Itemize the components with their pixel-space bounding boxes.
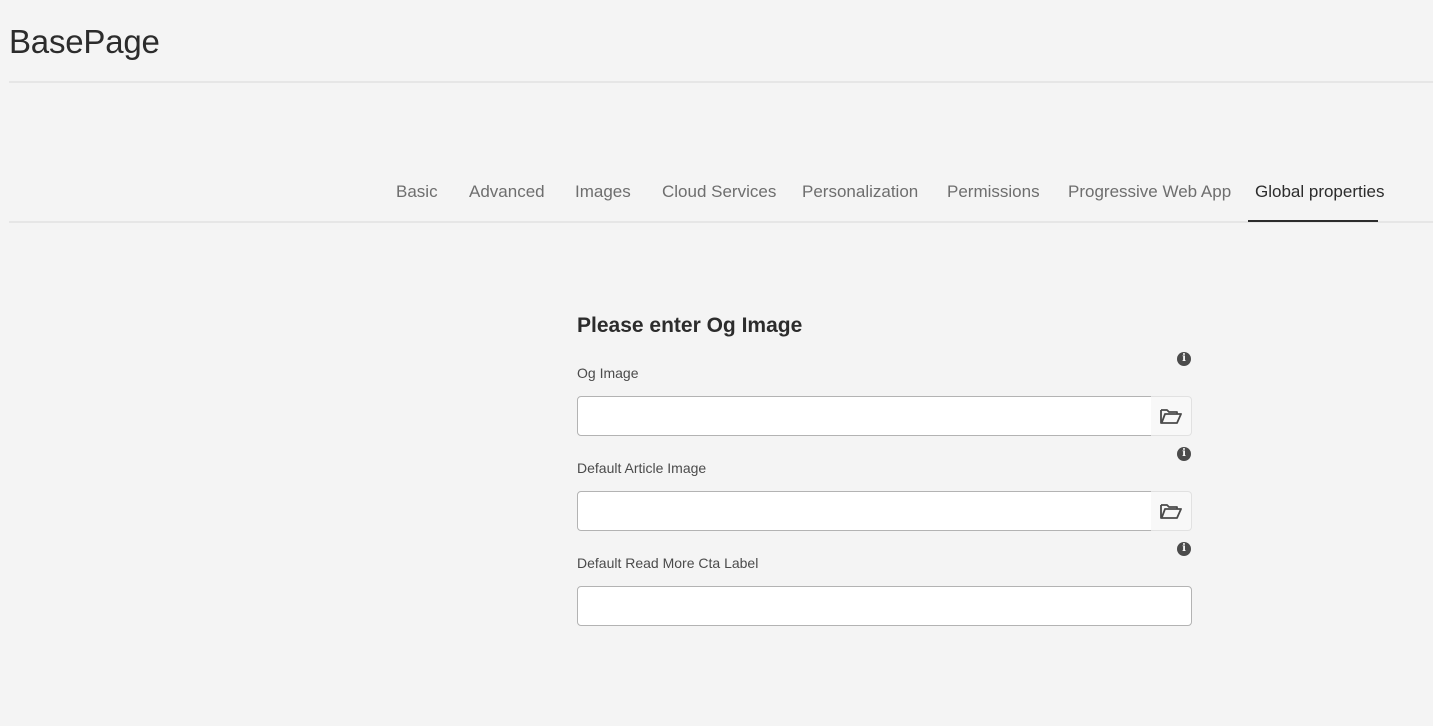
- tab-images[interactable]: Images: [575, 170, 631, 222]
- tab-progressive-web-app[interactable]: Progressive Web App: [1068, 170, 1231, 222]
- default-read-more-cta-label-info-icon[interactable]: i: [1177, 542, 1191, 556]
- page-properties: BasePage Basic Advanced Images Cloud Ser…: [0, 0, 1433, 726]
- folder-open-icon: [1160, 504, 1182, 519]
- selected-tab-indicator: [1248, 220, 1378, 222]
- section-heading: Please enter Og Image: [577, 314, 803, 337]
- default-article-image-browse-button[interactable]: [1151, 491, 1192, 531]
- tabs-divider: [9, 221, 1433, 223]
- tab-list: Basic Advanced Images Cloud Services Per…: [0, 170, 1433, 222]
- folder-open-icon: [1160, 409, 1182, 424]
- page-title: BasePage: [9, 23, 160, 60]
- default-article-image-info-icon[interactable]: i: [1177, 447, 1191, 461]
- og-image-info-icon[interactable]: i: [1177, 352, 1191, 366]
- default-article-image-input[interactable]: [577, 491, 1152, 531]
- og-image-browse-button[interactable]: [1151, 396, 1192, 436]
- default-read-more-cta-label-label: Default Read More Cta Label: [577, 555, 759, 571]
- tab-personalization[interactable]: Personalization: [802, 170, 918, 222]
- og-image-input[interactable]: [577, 396, 1152, 436]
- title-divider: [9, 81, 1433, 83]
- tab-basic[interactable]: Basic: [396, 170, 438, 222]
- default-article-image-label: Default Article Image: [577, 460, 707, 476]
- tab-global-properties[interactable]: Global properties: [1255, 170, 1384, 222]
- default-read-more-cta-label-input[interactable]: [577, 586, 1192, 626]
- tab-permissions[interactable]: Permissions: [947, 170, 1040, 222]
- tab-cloud-services[interactable]: Cloud Services: [662, 170, 776, 222]
- tab-advanced[interactable]: Advanced: [469, 170, 545, 222]
- og-image-label: Og Image: [577, 365, 639, 381]
